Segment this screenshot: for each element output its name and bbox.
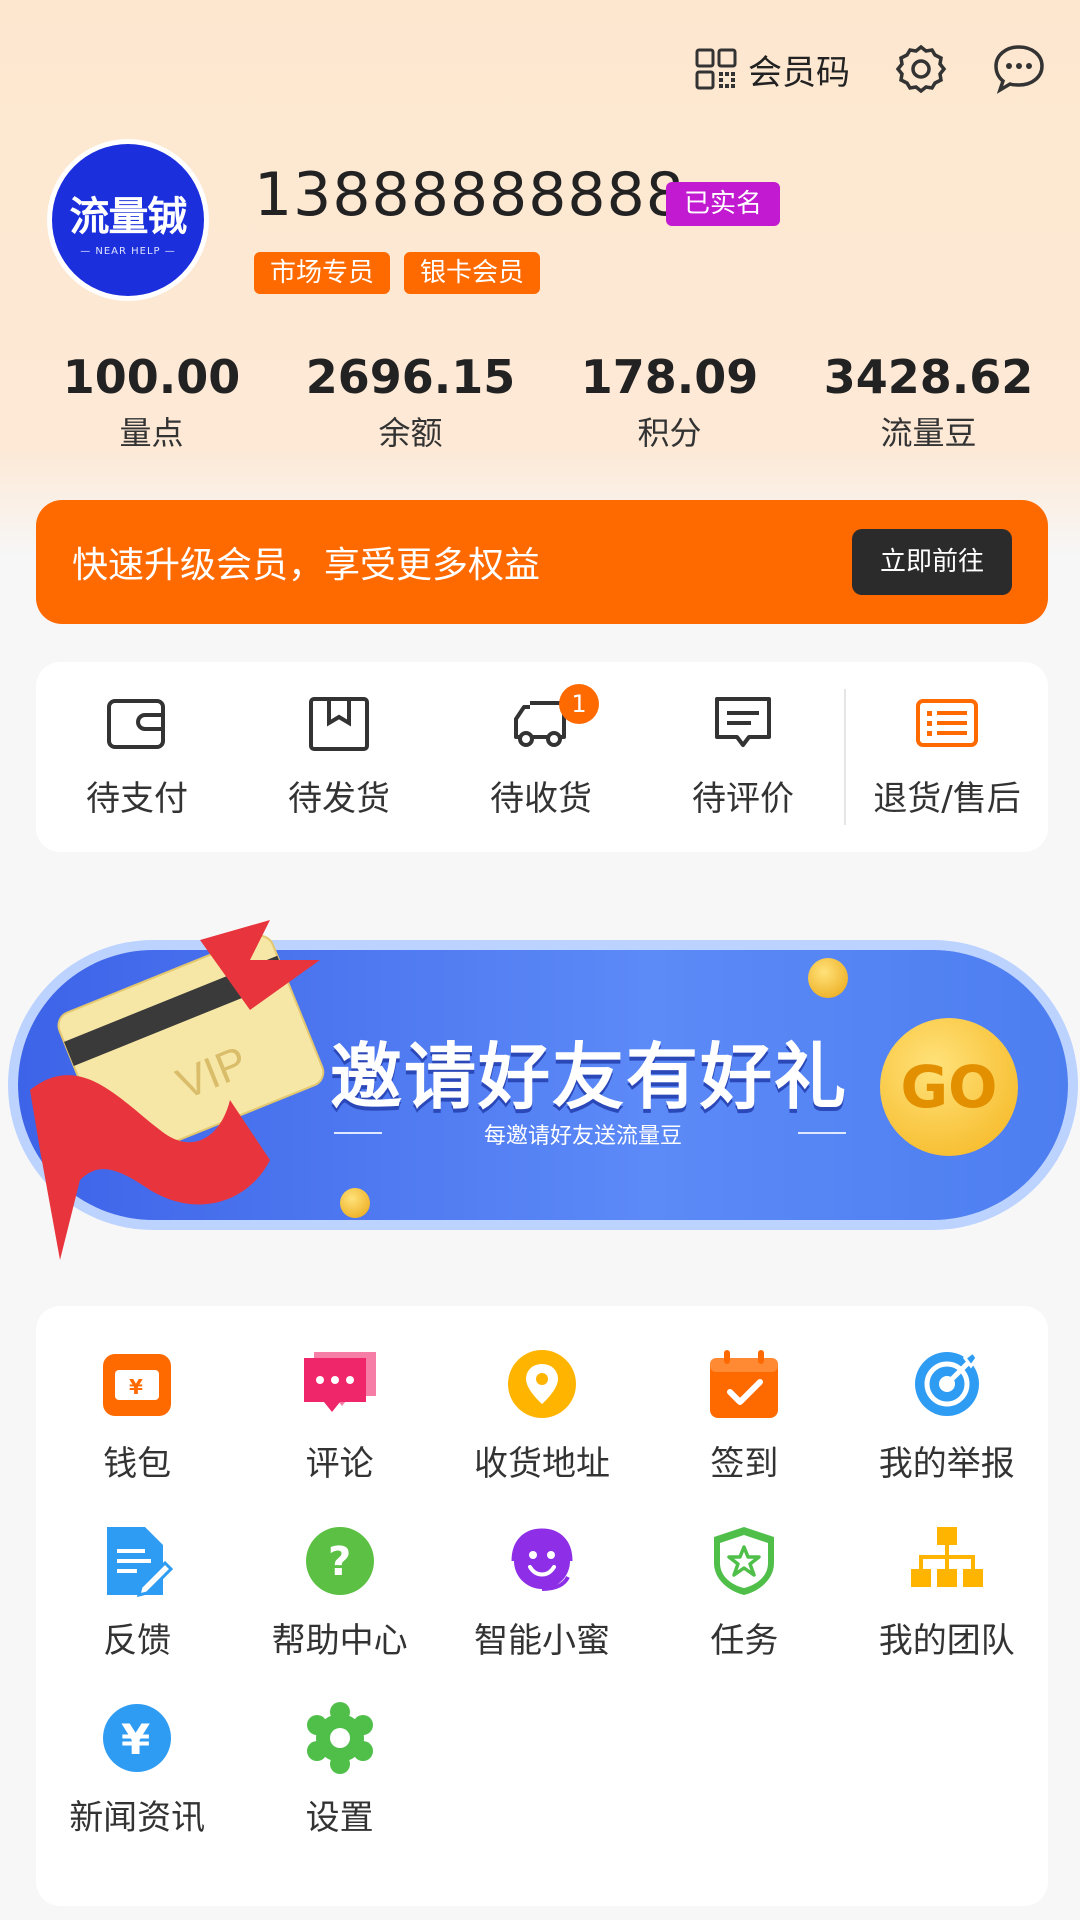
gear-icon[interactable] xyxy=(894,42,948,96)
menu-item-label: 钱包 xyxy=(103,1444,172,1484)
svg-text:¥: ¥ xyxy=(121,1715,150,1764)
svg-text:¥: ¥ xyxy=(129,1375,143,1399)
document-edit-icon xyxy=(107,1527,174,1597)
calendar-check-icon xyxy=(710,1350,779,1418)
location-icon xyxy=(507,1350,576,1418)
wallet-icon xyxy=(107,698,165,749)
message-icon[interactable] xyxy=(992,42,1046,96)
menu-item-label: 我的团队 xyxy=(878,1621,1015,1661)
menu-item-label: 帮助中心 xyxy=(271,1621,408,1661)
user-tags: 市场专员 银卡会员 xyxy=(254,252,541,294)
account-stats: 100.00 量点 2696.15 余额 178.09 积分 3428.62 流… xyxy=(22,350,1058,454)
qr-code-icon xyxy=(695,48,737,90)
stat-label: 余额 xyxy=(378,414,443,452)
gold-coin xyxy=(808,958,848,998)
top-bar: 会员码 xyxy=(694,42,1046,96)
order-label: 待收货 xyxy=(490,778,592,819)
stat-value: 178.09 xyxy=(580,350,759,404)
gold-coin xyxy=(340,1188,370,1218)
menu-item-smart-assistant[interactable]: 智能小蜜 xyxy=(441,1525,643,1662)
upgrade-message: 快速升级会员，享受更多权益 xyxy=(72,545,541,586)
order-count-badge: 1 xyxy=(559,684,599,724)
comment-icon xyxy=(715,696,771,747)
menu-item-label: 任务 xyxy=(710,1621,779,1661)
invite-go-button[interactable]: GO xyxy=(880,1018,1018,1156)
avatar-text: 流量铖 xyxy=(69,193,188,240)
member-code-button[interactable]: 会员码 xyxy=(694,45,850,94)
comment-icon xyxy=(303,1352,376,1412)
menu-item-label: 收货地址 xyxy=(473,1444,610,1484)
menu-item-tasks[interactable]: 任务 xyxy=(643,1525,845,1662)
package-icon xyxy=(309,696,369,751)
invite-subtitle: 每邀请好友送流量豆 xyxy=(484,1124,683,1149)
member-code-label: 会员码 xyxy=(748,52,850,93)
stat-credits[interactable]: 178.09 积分 xyxy=(540,350,799,454)
order-label: 退货/售后 xyxy=(873,778,1021,819)
services-menu: ¥ 钱包 评论 收货地址 签到 我的举报 反馈 ? 帮助中心 智能小蜜 任务 我… xyxy=(36,1306,1048,1906)
svg-text:?: ? xyxy=(328,1539,351,1585)
order-pending-shipment[interactable]: 待发货 xyxy=(238,662,440,852)
services-grid: ¥ 钱包 评论 收货地址 签到 我的举报 反馈 ? 帮助中心 智能小蜜 任务 我… xyxy=(36,1348,1048,1839)
list-icon xyxy=(916,698,978,747)
role-tag: 市场专员 xyxy=(254,252,391,294)
headset-smile-icon xyxy=(511,1528,573,1591)
menu-item-label: 我的举报 xyxy=(878,1444,1015,1484)
stat-label: 积分 xyxy=(637,414,702,452)
menu-item-help-center[interactable]: ? 帮助中心 xyxy=(238,1525,440,1662)
yen-icon: ¥ xyxy=(103,1704,172,1772)
order-status-bar: 待支付 待发货 1 待收货 待评价 退货/售后 xyxy=(36,662,1048,852)
avatar-subtext: — NEAR HELP — xyxy=(80,245,176,257)
stat-points[interactable]: 100.00 量点 xyxy=(22,350,281,454)
user-phone: 13888888888 xyxy=(254,160,685,230)
menu-item-checkin[interactable]: 签到 xyxy=(643,1348,845,1485)
menu-item-label: 签到 xyxy=(710,1444,779,1484)
target-icon xyxy=(914,1349,979,1416)
menu-item-wallet[interactable]: ¥ 钱包 xyxy=(36,1348,238,1485)
go-now-button[interactable]: 立即前往 xyxy=(851,529,1012,595)
stat-label: 流量豆 xyxy=(880,414,977,452)
vip-card-ribbon-graphic: VIP xyxy=(30,920,325,1260)
menu-item-comments[interactable]: 评论 xyxy=(238,1348,440,1485)
stat-value: 3428.62 xyxy=(823,350,1034,404)
divider xyxy=(334,1132,382,1134)
menu-item-label: 智能小蜜 xyxy=(473,1621,610,1661)
order-after-sales[interactable]: 退货/售后 xyxy=(844,689,1048,825)
menu-item-address[interactable]: 收货地址 xyxy=(441,1348,643,1485)
wallet-icon: ¥ xyxy=(103,1354,172,1416)
avatar[interactable]: 流量铖 — NEAR HELP — xyxy=(52,144,204,296)
menu-item-news[interactable]: ¥ 新闻资讯 xyxy=(36,1702,238,1839)
invite-title: 邀请好友有好礼 xyxy=(330,1035,849,1119)
stat-value: 100.00 xyxy=(62,350,241,404)
shield-star-icon xyxy=(714,1527,775,1595)
help-icon: ? xyxy=(305,1527,374,1595)
stat-value: 2696.15 xyxy=(305,350,516,404)
menu-item-label: 新闻资讯 xyxy=(69,1798,206,1838)
menu-item-settings[interactable]: 设置 xyxy=(238,1702,440,1839)
menu-item-feedback[interactable]: 反馈 xyxy=(36,1525,238,1662)
divider xyxy=(798,1132,846,1134)
order-pending-receipt[interactable]: 1 待收货 xyxy=(440,662,642,852)
gear-icon xyxy=(306,1702,373,1774)
verified-badge: 已实名 xyxy=(666,182,781,226)
stat-balance[interactable]: 2696.15 余额 xyxy=(281,350,540,454)
upgrade-banner[interactable]: 快速升级会员，享受更多权益 立即前往 xyxy=(36,500,1048,624)
menu-item-label: 反馈 xyxy=(103,1621,172,1661)
order-pending-payment[interactable]: 待支付 xyxy=(36,662,238,852)
order-label: 待支付 xyxy=(86,778,188,819)
order-pending-review[interactable]: 待评价 xyxy=(642,662,844,852)
org-chart-icon xyxy=(910,1527,983,1587)
stat-beans[interactable]: 3428.62 流量豆 xyxy=(799,350,1058,454)
member-level-tag: 银卡会员 xyxy=(404,252,541,294)
menu-item-my-reports[interactable]: 我的举报 xyxy=(846,1348,1048,1485)
stat-label: 量点 xyxy=(119,414,184,452)
order-label: 待评价 xyxy=(692,778,794,819)
menu-item-label: 设置 xyxy=(305,1798,374,1838)
order-label: 待发货 xyxy=(288,778,390,819)
menu-item-my-team[interactable]: 我的团队 xyxy=(846,1525,1048,1662)
invite-friends-banner[interactable]: VIP 邀请好友有好礼 每邀请好友送流量豆 GO xyxy=(0,900,1080,1280)
menu-item-label: 评论 xyxy=(305,1444,374,1484)
